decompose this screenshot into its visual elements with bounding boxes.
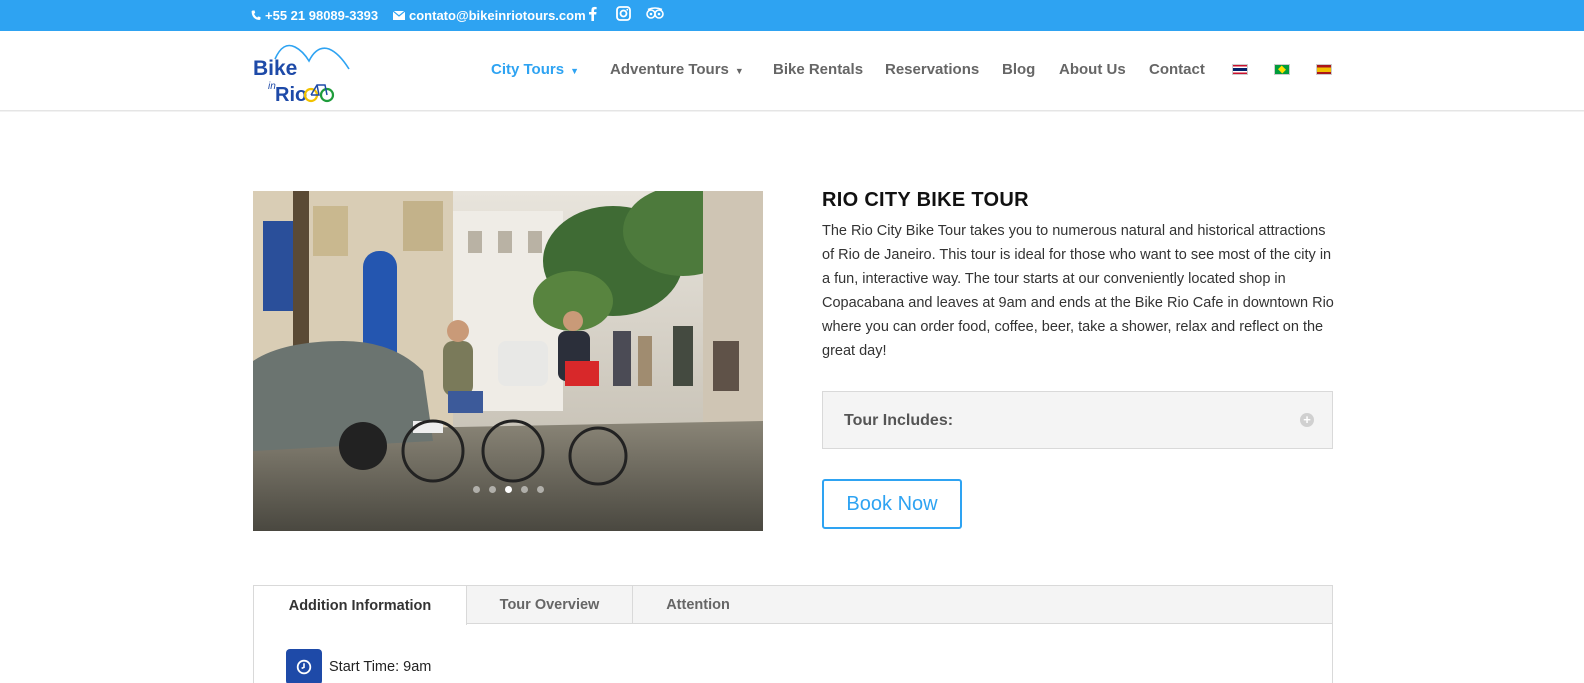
email-contact[interactable]: contato@bikeinriotours.com	[393, 8, 586, 23]
phone-contact[interactable]: +55 21 98089-3393	[251, 8, 378, 23]
facebook-icon	[589, 6, 597, 21]
nav-blog[interactable]: Blog	[1002, 61, 1035, 78]
slider-dot-active[interactable]	[504, 486, 512, 493]
nav-label: About Us	[1059, 61, 1126, 78]
start-time-text: Start Time: 9am	[329, 659, 432, 675]
site-header: Bike in Rio City Tours ▼ Adventure Tours…	[0, 31, 1584, 111]
slider-pagination	[253, 486, 763, 493]
main-nav: City Tours ▼ Adventure Tours ▼ Bike Rent…	[0, 61, 1584, 81]
image-slider[interactable]	[253, 191, 763, 531]
nav-contact[interactable]: Contact	[1149, 61, 1205, 78]
phone-number: +55 21 98089-3393	[265, 8, 379, 23]
tour-tabs: Addition Information Tour Overview Atten…	[253, 585, 1333, 683]
english-flag-icon[interactable]	[1232, 64, 1248, 75]
nav-label: Contact	[1149, 61, 1205, 78]
instagram-link[interactable]	[616, 6, 631, 21]
chevron-down-icon: ▼	[570, 65, 579, 76]
top-bar: +55 21 98089-3393 contato@bikeinriotours…	[0, 0, 1584, 31]
spanish-flag-icon[interactable]	[1316, 64, 1332, 75]
clock-icon	[286, 649, 322, 683]
instagram-icon	[616, 6, 631, 21]
chevron-down-icon: ▼	[734, 65, 744, 76]
nav-city-tours[interactable]: City Tours ▼	[491, 61, 579, 78]
nav-about-us[interactable]: About Us	[1059, 61, 1126, 78]
nav-label: Blog	[1002, 61, 1036, 78]
facebook-link[interactable]	[588, 6, 597, 21]
logo-word-rio: Rio	[275, 84, 307, 103]
tripadvisor-icon	[646, 7, 664, 19]
tab-addition-information[interactable]: Addition Information	[254, 586, 467, 625]
envelope-icon	[393, 11, 405, 20]
nav-label: Reservations	[885, 61, 980, 78]
nav-bike-rentals[interactable]: Bike Rentals	[773, 61, 863, 78]
slider-dot[interactable]	[488, 486, 496, 493]
slider-dot[interactable]	[472, 486, 480, 493]
slider-dot[interactable]	[520, 486, 528, 493]
tour-includes-toggle[interactable]: Tour Includes: +	[822, 391, 1333, 449]
email-address: contato@bikeinriotours.com	[409, 8, 586, 23]
portuguese-flag-icon[interactable]	[1274, 64, 1290, 75]
tab-tour-overview[interactable]: Tour Overview	[467, 586, 633, 624]
nav-adventure-tours[interactable]: Adventure Tours ▼	[610, 61, 744, 78]
nav-label: City Tours	[491, 61, 565, 78]
nav-reservations[interactable]: Reservations	[885, 61, 979, 78]
phone-icon	[251, 10, 261, 20]
tour-title: RIO CITY BIKE TOUR	[822, 189, 1029, 211]
plus-circle-icon: +	[1300, 413, 1314, 427]
slide-photo	[253, 191, 763, 531]
slider-dot[interactable]	[536, 486, 544, 493]
start-time-row: Start Time: 9am	[286, 649, 431, 683]
tab-bar: Addition Information Tour Overview Atten…	[254, 586, 1332, 625]
tab-attention[interactable]: Attention	[633, 586, 763, 624]
tour-description: The Rio City Bike Tour takes you to nume…	[822, 223, 1334, 359]
nav-label: Bike Rentals	[773, 61, 864, 78]
book-now-button[interactable]: Book Now	[822, 479, 962, 529]
tripadvisor-link[interactable]	[646, 7, 664, 19]
toggle-title: Tour Includes:	[844, 412, 954, 429]
nav-label: Adventure Tours	[610, 61, 729, 78]
